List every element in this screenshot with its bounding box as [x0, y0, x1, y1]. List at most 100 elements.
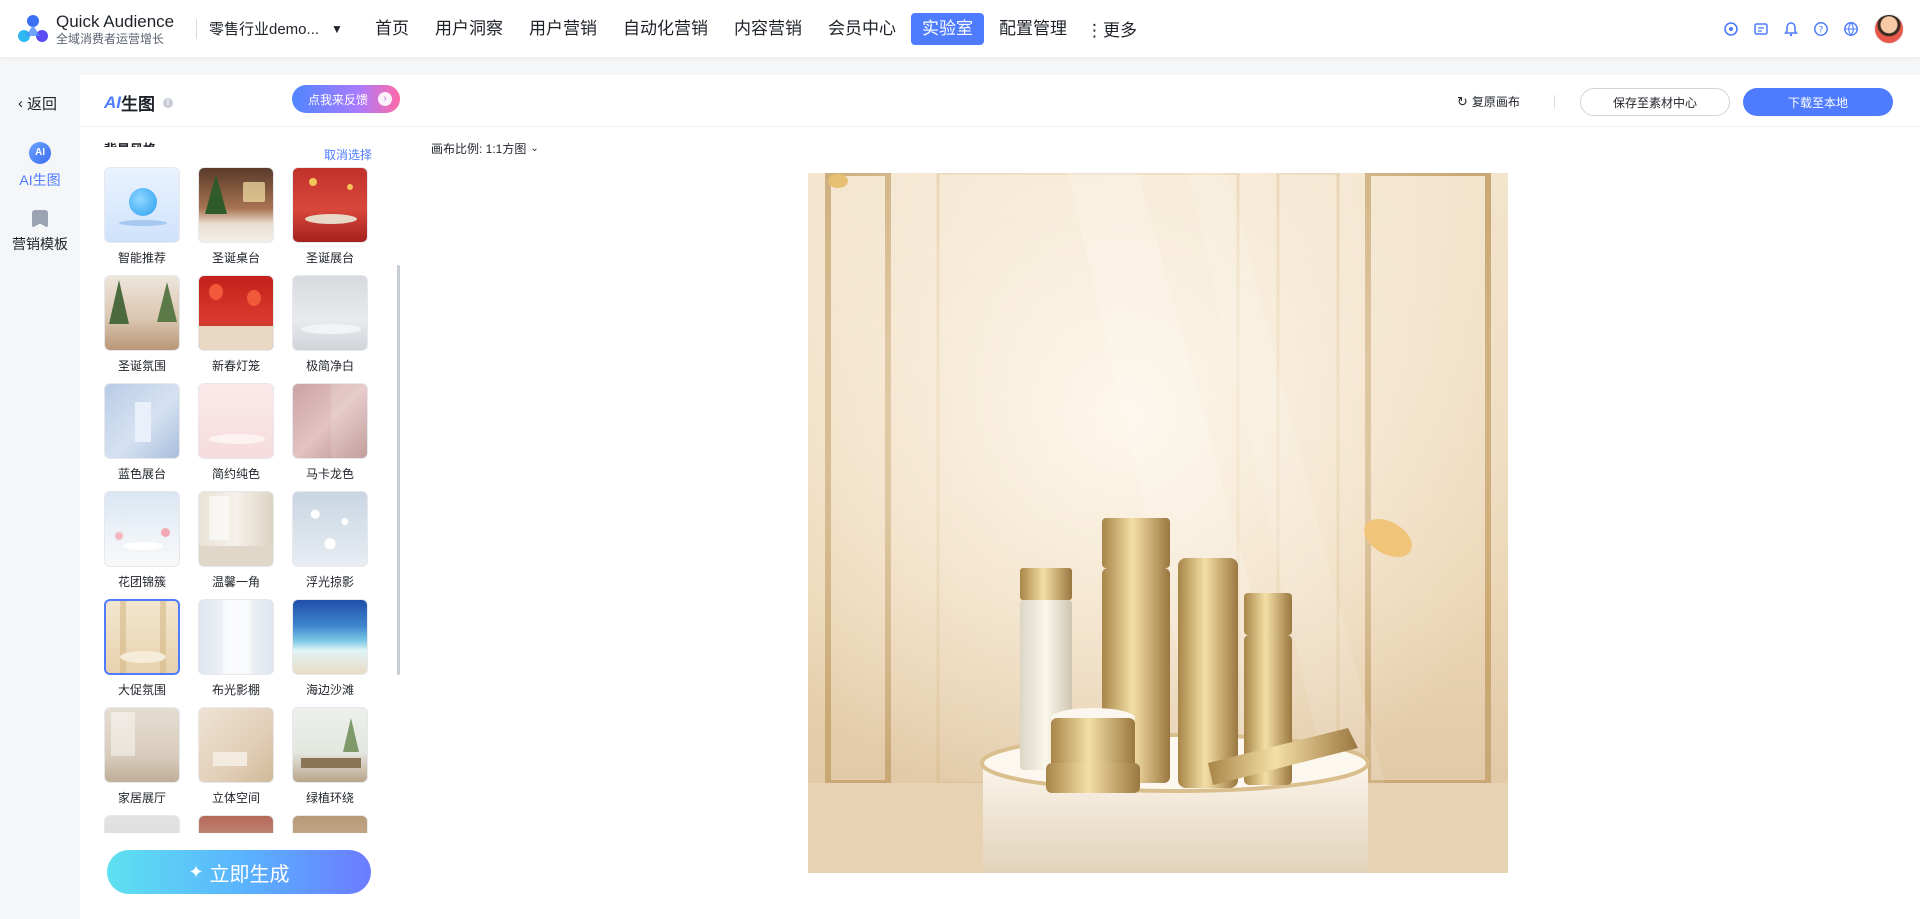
style-item-cozy-corner[interactable]: 温馨一角: [198, 491, 274, 589]
style-name: 圣诞展台: [305, 251, 354, 265]
ai-icon: AI: [29, 142, 51, 164]
style-item-light-studio[interactable]: 布光影棚: [198, 599, 274, 697]
sparkle-icon: ✦: [188, 861, 204, 882]
style-item-macaron[interactable]: 马卡龙色: [292, 383, 368, 481]
style-thumbnail: [292, 167, 368, 243]
section-label: 背景风格: [104, 139, 156, 147]
style-item-christmas-table[interactable]: 圣诞桌台: [198, 167, 274, 265]
style-thumbnail: [198, 707, 274, 783]
nav-item-member-center[interactable]: 会员中心: [817, 13, 907, 45]
style-item-home-showroom[interactable]: 家居展厅: [104, 707, 180, 805]
style-item-flowers[interactable]: 花团锦簇: [104, 491, 180, 589]
style-item-3d-space[interactable]: 立体空间: [198, 707, 274, 805]
help-icon[interactable]: ?: [1806, 14, 1836, 44]
style-thumbnail: [104, 707, 180, 783]
style-item-minimal-white[interactable]: 极简净白: [292, 275, 368, 373]
nav-item-user-marketing[interactable]: 用户营销: [518, 13, 608, 45]
style-item-smart-recommend[interactable]: 智能推荐: [104, 167, 180, 265]
canvas-ratio-label: 画布比例: 1:1方图: [431, 142, 527, 156]
back-button[interactable]: ‹ 返回: [18, 93, 57, 114]
style-thumbnail: [292, 707, 368, 783]
canvas-toolbar: ↻ 复原画布 保存至素材中心 下载至本地: [402, 75, 1920, 127]
style-thumbnail: [292, 383, 368, 459]
nav-more-label: 更多: [1103, 21, 1137, 40]
style-name: 蓝色展台: [117, 467, 166, 481]
user-avatar[interactable]: [1874, 13, 1904, 44]
nav-more[interactable]: ⋮更多: [1086, 16, 1137, 41]
style-thumbnail: [292, 275, 368, 351]
generated-image[interactable]: [808, 173, 1508, 873]
brand[interactable]: Quick Audience 全域消费者运营增长: [16, 12, 196, 46]
restore-canvas-button[interactable]: ↻ 复原画布: [1457, 93, 1520, 110]
back-label: 返回: [27, 96, 58, 113]
toolbar-divider: [1554, 95, 1555, 109]
cancel-select-link[interactable]: 取消选择: [324, 146, 372, 163]
save-to-library-button[interactable]: 保存至素材中心: [1580, 88, 1730, 116]
panel-title-rest: 生图: [121, 95, 155, 114]
style-name: 极简净白: [305, 359, 354, 373]
style-item-simple-solid[interactable]: 简约纯色: [198, 383, 274, 481]
nav-item-user-insight[interactable]: 用户洞察: [424, 13, 514, 45]
nav-item-config[interactable]: 配置管理: [988, 13, 1078, 45]
style-item-beach[interactable]: 海边沙滩: [292, 599, 368, 697]
left-rail: ‹ 返回 AI AI生图 营销模板: [0, 75, 80, 919]
nav-item-lab[interactable]: 实验室: [911, 12, 984, 45]
style-name: 家居展厅: [117, 791, 166, 805]
style-name: 海边沙滩: [305, 683, 354, 697]
style-name: 绿植环绕: [305, 791, 354, 805]
style-item-partial[interactable]: [104, 815, 180, 833]
style-thumbnail: [292, 599, 368, 675]
style-item-christmas-atmosphere[interactable]: 圣诞氛围: [104, 275, 180, 373]
info-icon[interactable]: i: [163, 97, 173, 108]
quick-audience-logo: [16, 12, 50, 46]
style-name: 立体空间: [211, 791, 260, 805]
language-icon[interactable]: [1836, 14, 1866, 44]
panel-scrollbar[interactable]: [397, 265, 400, 675]
rail-item-marketing-template[interactable]: 营销模板: [0, 210, 80, 254]
style-thumbnail: [198, 383, 274, 459]
nav-item-content-marketing[interactable]: 内容营销: [723, 13, 813, 45]
style-item-green-plants[interactable]: 绿植环绕: [292, 707, 368, 805]
style-item-christmas-stage[interactable]: 圣诞展台: [292, 167, 368, 265]
bell-icon[interactable]: [1776, 14, 1806, 44]
download-button[interactable]: 下载至本地: [1743, 88, 1893, 116]
nav-item-home[interactable]: 首页: [364, 13, 420, 45]
style-thumbnail: [104, 491, 180, 567]
style-thumbnail: [104, 815, 180, 833]
style-name: 大促氛围: [117, 683, 166, 697]
refresh-icon: ↻: [1457, 93, 1468, 109]
style-item-promo-atmosphere[interactable]: 大促氛围: [104, 599, 180, 697]
style-item-blue-stage[interactable]: 蓝色展台: [104, 383, 180, 481]
panel-title-ai: AI: [104, 92, 121, 112]
canvas-ratio-select[interactable]: 画布比例: 1:1方图 ⌄: [431, 140, 539, 157]
style-name: 浮光掠影: [305, 575, 354, 589]
workspace-selector[interactable]: 零售行业demo... ▼: [196, 18, 346, 39]
nav-item-automation-marketing[interactable]: 自动化营销: [612, 13, 719, 45]
style-thumbnail: [198, 599, 274, 675]
feedback-label: 点我来反馈: [308, 92, 369, 107]
generate-button[interactable]: ✦ 立即生成: [107, 850, 371, 894]
restore-canvas-label: 复原画布: [1471, 95, 1520, 109]
style-item-floating-light[interactable]: 浮光掠影: [292, 491, 368, 589]
panel-title: AI 生图 i: [104, 90, 173, 115]
style-thumbnail: [104, 275, 180, 351]
header-actions: ?: [1716, 0, 1904, 57]
ai-image-panel: AI生图 i 点我来反馈 › 背景风格 取消选择 智能推荐 圣诞桌台: [80, 75, 402, 919]
ticket-icon[interactable]: [1746, 14, 1776, 44]
rail-item-label: 营销模板: [12, 236, 68, 252]
brand-subtitle: 全域消费者运营增长: [56, 31, 165, 46]
style-name: 圣诞桌台: [211, 251, 260, 265]
rail-item-ai-image[interactable]: AI AI生图: [0, 142, 80, 190]
ai-assistant-icon[interactable]: [1716, 14, 1746, 44]
style-item-partial[interactable]: [292, 815, 368, 833]
caret-down-icon: ▼: [331, 21, 343, 36]
style-thumbnail: [198, 815, 274, 833]
style-name: 布光影棚: [211, 683, 260, 697]
brand-name: Quick Audience: [56, 11, 175, 31]
feedback-button[interactable]: 点我来反馈 ›: [292, 85, 400, 113]
chevron-down-icon: ⌄: [530, 143, 539, 154]
workspace-name: 零售行业demo...: [209, 21, 320, 38]
style-item-partial[interactable]: [198, 815, 274, 833]
orb-icon: [129, 188, 157, 216]
style-item-spring-lantern[interactable]: 新春灯笼: [198, 275, 274, 373]
